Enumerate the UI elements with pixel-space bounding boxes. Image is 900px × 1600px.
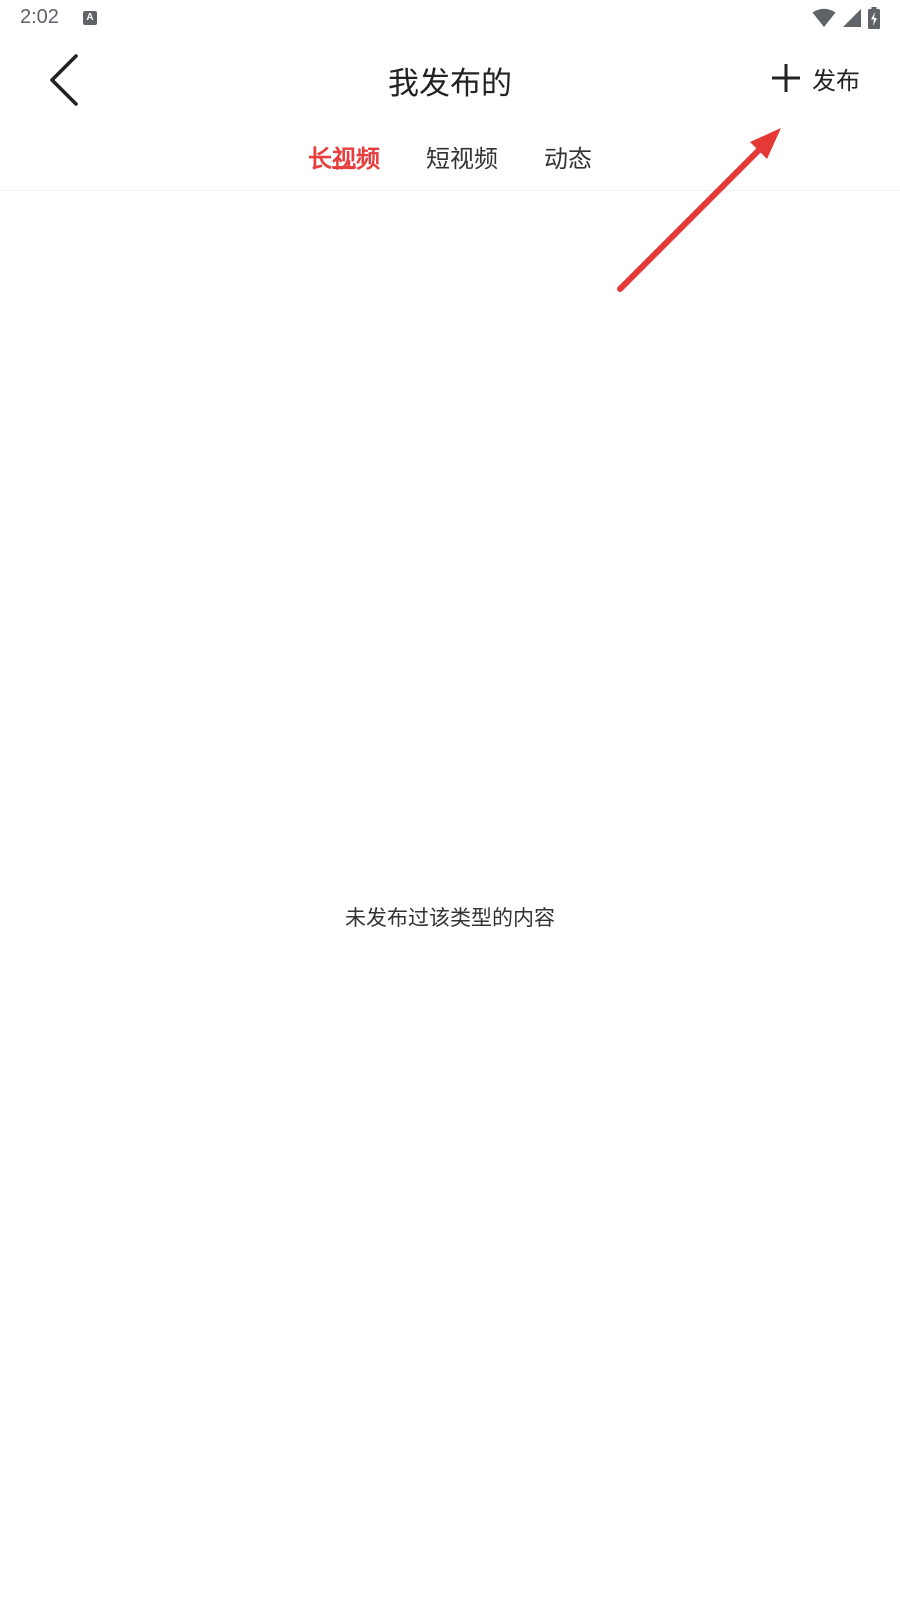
status-time: 2:02 [20, 6, 59, 28]
tab-bar: 长视频 短视频 动态 [0, 122, 900, 191]
tab-long-video[interactable]: 长视频 [308, 122, 380, 190]
tab-label: 动态 [544, 144, 592, 173]
cellular-signal-icon [843, 9, 861, 27]
tab-short-video[interactable]: 短视频 [426, 122, 498, 190]
battery-charging-icon [868, 7, 880, 29]
plus-icon [772, 64, 800, 92]
empty-state-message: 未发布过该类型的内容 [345, 906, 555, 930]
wifi-icon [812, 8, 836, 27]
page-title: 我发布的 [388, 66, 512, 102]
tab-active-indicator [332, 166, 356, 169]
notification-a-icon: A [83, 11, 97, 25]
header: 我发布的 发布 [0, 36, 900, 122]
annotation-arrow [617, 128, 781, 292]
screen: 2:02 A 我发布的 发布 长视频 短视频 动态 未发布过该类型的内容 [0, 0, 900, 1600]
publish-button[interactable]: 发布 [770, 58, 860, 98]
publish-label: 发布 [812, 66, 860, 95]
tab-dynamics[interactable]: 动态 [544, 122, 592, 190]
status-icons [812, 7, 880, 29]
tab-label: 短视频 [426, 144, 498, 173]
status-bar: 2:02 A [0, 0, 900, 36]
